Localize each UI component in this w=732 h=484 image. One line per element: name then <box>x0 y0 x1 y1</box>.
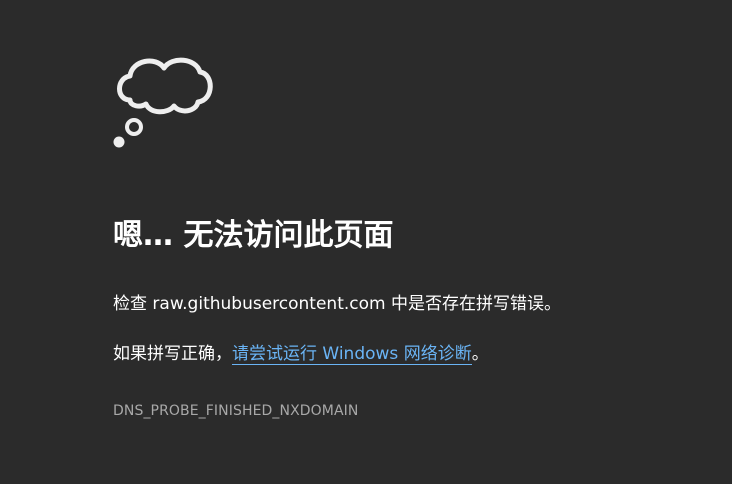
check-prefix: 检查 <box>113 294 153 314</box>
domain-name: raw.githubusercontent.com <box>152 294 386 314</box>
thought-bubble-icon <box>113 57 213 148</box>
diagnose-suffix: 。 <box>471 344 489 364</box>
diagnose-prefix: 如果拼写正确， <box>113 344 232 364</box>
network-diagnostics-link[interactable]: 请尝试运行 Windows 网络诊断 <box>232 344 472 365</box>
page-title: 嗯… 无法访问此页面 <box>113 218 394 253</box>
spelling-check-message: 检查 raw.githubusercontent.com 中是否存在拼写错误。 <box>113 292 561 316</box>
diagnose-message: 如果拼写正确，请尝试运行 Windows 网络诊断。 <box>113 342 489 366</box>
error-code: DNS_PROBE_FINISHED_NXDOMAIN <box>113 403 359 419</box>
check-suffix: 中是否存在拼写错误。 <box>385 294 561 314</box>
